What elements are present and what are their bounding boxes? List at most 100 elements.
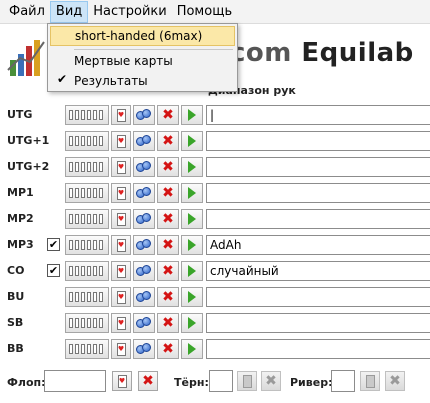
flop-input[interactable] (44, 370, 106, 392)
view-menu-item-shorthanded[interactable]: short-handed (6max) (50, 26, 235, 46)
hand-range-input[interactable] (206, 235, 430, 255)
chip-range-button[interactable] (133, 339, 155, 359)
menu-help[interactable]: Помощь (172, 1, 237, 23)
apply-row-button[interactable] (181, 131, 203, 151)
chip-range-button[interactable] (133, 157, 155, 177)
card-select-button[interactable] (111, 183, 131, 203)
hand-matrix-button[interactable] (65, 235, 109, 255)
hand-range-input[interactable] (206, 183, 430, 203)
remove-icon: ✖ (162, 263, 174, 279)
player-row: BB ✖ (0, 338, 430, 360)
play-arrow-icon (188, 213, 196, 225)
card-grid-icon (69, 265, 105, 277)
clear-row-button[interactable]: ✖ (157, 157, 179, 177)
position-label: MP3 (7, 238, 34, 251)
turn-card-button[interactable] (237, 371, 257, 391)
play-arrow-icon (188, 291, 196, 303)
app-title-prefix: com (230, 38, 302, 68)
play-arrow-icon (188, 109, 196, 121)
card-select-button[interactable] (111, 209, 131, 229)
clear-row-button[interactable]: ✖ (157, 105, 179, 125)
apply-row-button[interactable] (181, 157, 203, 177)
clear-row-button[interactable]: ✖ (157, 287, 179, 307)
turn-input[interactable] (209, 370, 233, 392)
hand-matrix-button[interactable] (65, 209, 109, 229)
hand-matrix-button[interactable] (65, 183, 109, 203)
hand-range-input[interactable] (206, 157, 430, 177)
card-select-button[interactable] (111, 313, 131, 333)
card-select-button[interactable] (111, 157, 131, 177)
clear-row-button[interactable]: ✖ (157, 209, 179, 229)
flop-card-button[interactable] (112, 371, 132, 391)
apply-row-button[interactable] (181, 183, 203, 203)
chip-range-button[interactable] (133, 105, 155, 125)
turn-clear-button[interactable]: ✖ (261, 371, 281, 391)
clear-row-button[interactable]: ✖ (157, 313, 179, 333)
hand-matrix-button[interactable] (65, 261, 109, 281)
clear-row-button[interactable]: ✖ (157, 339, 179, 359)
apply-row-button[interactable] (181, 339, 203, 359)
apply-row-button[interactable] (181, 287, 203, 307)
hand-range-input[interactable] (206, 313, 430, 333)
card-select-button[interactable] (111, 105, 131, 125)
river-card-button[interactable] (360, 371, 380, 391)
player-row: UTG ✖ (0, 104, 430, 126)
hand-matrix-button[interactable] (65, 157, 109, 177)
view-menu-item-results[interactable]: ✔ Результаты (50, 71, 235, 91)
chip-range-button[interactable] (133, 235, 155, 255)
menu-view[interactable]: Вид (49, 0, 89, 23)
card-select-button[interactable] (111, 261, 131, 281)
chip-range-button[interactable] (133, 287, 155, 307)
apply-row-button[interactable] (181, 235, 203, 255)
hand-range-input[interactable] (206, 287, 430, 307)
river-input[interactable] (331, 370, 355, 392)
card-select-button[interactable] (111, 339, 131, 359)
position-label: BB (7, 342, 24, 355)
clear-row-button[interactable]: ✖ (157, 261, 179, 281)
player-row: CO ✔ ✖ (0, 260, 430, 282)
card-grid-icon (69, 239, 105, 251)
apply-row-button[interactable] (181, 209, 203, 229)
hand-matrix-button[interactable] (65, 105, 109, 125)
hand-matrix-button[interactable] (65, 287, 109, 307)
player-checkbox[interactable]: ✔ (47, 238, 60, 251)
clear-row-button[interactable]: ✖ (157, 131, 179, 151)
card-select-button[interactable] (111, 235, 131, 255)
player-row: UTG+1 ✖ (0, 130, 430, 152)
position-label: BU (7, 290, 25, 303)
apply-row-button[interactable] (181, 261, 203, 281)
hand-range-input[interactable] (206, 105, 430, 125)
hand-matrix-button[interactable] (65, 313, 109, 333)
menu-settings[interactable]: Настройки (88, 1, 171, 23)
card-icon (116, 264, 126, 278)
clear-row-button[interactable]: ✖ (157, 183, 179, 203)
position-label: UTG+1 (7, 134, 50, 147)
clear-row-button[interactable]: ✖ (157, 235, 179, 255)
position-label: UTG+2 (7, 160, 50, 173)
chip-range-button[interactable] (133, 261, 155, 281)
hand-range-input[interactable] (206, 339, 430, 359)
player-checkbox[interactable]: ✔ (47, 264, 60, 277)
card-icon (116, 290, 126, 304)
hand-range-input[interactable] (206, 131, 430, 151)
view-menu-item-dead-cards[interactable]: Мертвые карты (50, 51, 235, 71)
hand-range-input[interactable] (206, 261, 430, 281)
play-arrow-icon (188, 187, 196, 199)
apply-row-button[interactable] (181, 313, 203, 333)
menu-file[interactable]: Файл (4, 1, 50, 23)
hand-matrix-button[interactable] (65, 131, 109, 151)
river-clear-button[interactable]: ✖ (385, 371, 405, 391)
chip-range-button[interactable] (133, 313, 155, 333)
view-menu-item-label: short-handed (6max) (75, 29, 203, 43)
flop-clear-button[interactable]: ✖ (138, 371, 158, 391)
player-row: UTG+2 ✖ (0, 156, 430, 178)
card-select-button[interactable] (111, 131, 131, 151)
hand-matrix-button[interactable] (65, 339, 109, 359)
play-arrow-icon (188, 239, 196, 251)
chip-range-button[interactable] (133, 131, 155, 151)
hand-range-input[interactable] (206, 209, 430, 229)
chip-range-button[interactable] (133, 209, 155, 229)
chip-range-button[interactable] (133, 183, 155, 203)
apply-row-button[interactable] (181, 105, 203, 125)
card-select-button[interactable] (111, 287, 131, 307)
